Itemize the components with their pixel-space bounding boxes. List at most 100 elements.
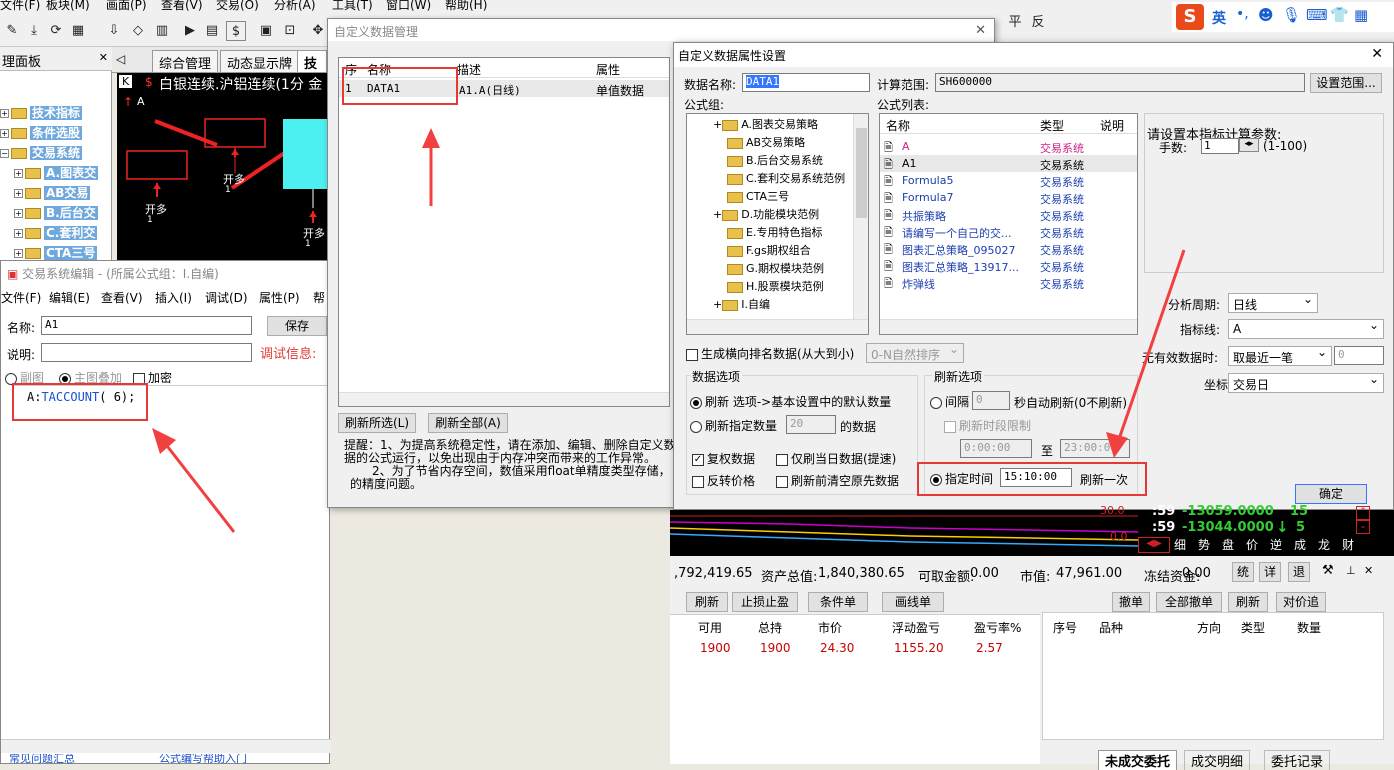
tree-item-group[interactable]: AB交易策略 xyxy=(727,134,805,150)
tree-item-ab[interactable]: + AB交易 xyxy=(14,184,91,204)
scroll-left-icon[interactable]: ◁ xyxy=(116,52,125,66)
h-scrollbar[interactable] xyxy=(339,392,669,406)
menu-view[interactable]: 查看(V) xyxy=(161,0,203,13)
data-list[interactable]: 序 名称 描述 1 DATA1 A1.A(日线) xyxy=(338,57,670,407)
col-instrument[interactable]: 品种 xyxy=(1099,619,1123,636)
tab-price[interactable]: 价 xyxy=(1246,536,1258,553)
doc-icon[interactable]: ▤ xyxy=(202,21,222,41)
param-input[interactable]: 1 xyxy=(1201,138,1239,154)
formula-row[interactable]: 🗎 Formula5 交易系统 xyxy=(880,172,1137,189)
chart-icon[interactable]: ⊡ xyxy=(280,21,300,41)
save-button[interactable]: 保存 xyxy=(267,316,327,336)
menu-screen[interactable]: 画面(P) xyxy=(106,0,147,13)
dollar-icon[interactable]: $ xyxy=(226,21,246,41)
formula-row[interactable]: 🗎 A1 交易系统 xyxy=(880,155,1137,172)
tab-volume[interactable]: 成 xyxy=(1294,536,1306,553)
table-icon[interactable]: ▣ xyxy=(256,21,276,41)
tab-trend[interactable]: 势 xyxy=(1198,536,1210,553)
menu-help[interactable]: 帮助(H) xyxy=(445,0,487,13)
play-icon[interactable]: ▶ xyxy=(180,21,200,41)
invalid-number[interactable]: 0 xyxy=(1334,346,1384,365)
fuquan-checkbox[interactable]: ✓ 复权数据 xyxy=(692,450,755,467)
chevron-down-icon[interactable]: ⌄ xyxy=(1356,520,1370,534)
rank-select[interactable]: 0-N自然排序 xyxy=(866,342,964,363)
download-icon[interactable]: ⤓ xyxy=(24,21,44,41)
col-pnl-pct[interactable]: 盈亏率% xyxy=(974,619,1021,636)
tree-item-group[interactable]: E.专用特色指标 xyxy=(727,224,822,240)
tab-dynamic[interactable]: 动态显示牌 xyxy=(220,50,300,72)
nav-arrows-icon[interactable]: ◀▶ xyxy=(1138,537,1170,553)
v-scrollbar[interactable] xyxy=(853,114,868,319)
tree-item-group[interactable]: H.股票模块范例 xyxy=(727,278,824,294)
tree-item-trading-system[interactable]: − 交易系统 xyxy=(0,144,83,164)
close-icon[interactable]: ✕ xyxy=(99,51,108,64)
close-icon[interactable]: ✕ xyxy=(975,23,986,38)
tab-pending[interactable]: 未成交委托 xyxy=(1098,750,1178,770)
chevron-up-icon[interactable]: ⌃ xyxy=(1356,506,1370,520)
punct-icon[interactable]: •, xyxy=(1236,6,1249,22)
spinner-icon[interactable]: ◂▸ xyxy=(1239,138,1259,152)
sync-button[interactable]: 统 xyxy=(1232,562,1254,582)
col-note[interactable]: 说明 xyxy=(1100,117,1124,134)
pin-icon[interactable]: ⊥ xyxy=(1346,564,1356,577)
menu-help[interactable]: 帮 xyxy=(313,289,325,306)
apps-icon[interactable]: ▦ xyxy=(1354,6,1368,24)
tab-history[interactable]: 委托记录 xyxy=(1264,750,1331,770)
data-name-input[interactable]: DATA1 xyxy=(742,73,870,92)
tools-icon[interactable]: ⚒ xyxy=(1322,563,1334,578)
expand-icon[interactable]: + xyxy=(713,208,722,221)
col-available[interactable]: 可用 xyxy=(698,619,722,636)
menu-sector[interactable]: 板块(M) xyxy=(46,0,90,13)
keyboard-icon[interactable]: ⌨ xyxy=(1306,6,1328,24)
chase-price-button[interactable]: 对价追 xyxy=(1276,592,1326,612)
close-icon[interactable]: ✕ xyxy=(1364,564,1373,577)
tree-item-group[interactable]: + D.功能模块范例 xyxy=(713,206,819,222)
tab-book[interactable]: 盘 xyxy=(1222,536,1234,553)
col-qty[interactable]: 数量 xyxy=(1297,619,1321,636)
tab-dragon[interactable]: 龙 xyxy=(1318,536,1330,553)
col-total[interactable]: 总持 xyxy=(758,619,782,636)
tree-item-c[interactable]: + C.套利交 xyxy=(14,224,98,244)
diamond-icon[interactable]: ◇ xyxy=(128,21,148,41)
refresh-button[interactable]: 刷新 xyxy=(686,592,728,612)
kline-chart[interactable]: K $ 白银连续.沪铝连续(1分 金 ↑ A 开多 1 开多 1 开多 1 xyxy=(117,73,327,260)
col-direction[interactable]: 方向 xyxy=(1197,619,1221,636)
menu-window[interactable]: 窗口(W) xyxy=(386,0,431,13)
refresh-button[interactable]: 刷新 xyxy=(1228,592,1268,612)
bar-chart-icon[interactable]: ▥ xyxy=(152,21,172,41)
fan-icon[interactable]: 反 xyxy=(1028,13,1048,33)
expand-icon[interactable]: + xyxy=(713,118,722,131)
desc-input[interactable] xyxy=(41,343,252,362)
clear-first-checkbox[interactable]: 刷新前清空原先数据 xyxy=(776,472,899,489)
pencil-icon[interactable]: ✎ xyxy=(2,21,22,41)
period-select[interactable]: 日线 xyxy=(1228,292,1318,313)
h-scrollbar[interactable] xyxy=(687,319,868,334)
axis-select[interactable]: 交易日 xyxy=(1228,372,1384,393)
menu-debug[interactable]: 调试(D) xyxy=(205,289,248,306)
only-today-checkbox[interactable]: 仅刷当日数据(提速) xyxy=(776,450,896,467)
indicator-select[interactable]: A xyxy=(1228,318,1384,339)
radio-refresh-count[interactable]: 刷新指定数量 xyxy=(690,417,777,434)
tree-item-indicators[interactable]: + 技术指标 xyxy=(0,104,83,124)
reverse-checkbox[interactable]: 反转价格 xyxy=(692,472,755,489)
expand-icon[interactable]: + xyxy=(713,298,722,311)
tree-item-group[interactable]: B.后台交易系统 xyxy=(727,152,823,168)
mic-icon[interactable]: 🎙 xyxy=(1282,6,1301,24)
cancel-order-button[interactable]: 撤单 xyxy=(1112,592,1150,612)
emoji-icon[interactable]: ☻ xyxy=(1258,6,1274,24)
scroll-thumb[interactable] xyxy=(856,128,867,218)
line-order-button[interactable]: 画线单 xyxy=(882,592,944,612)
formula-row[interactable]: 🗎 共振策略 交易系统 xyxy=(880,206,1137,223)
col-attr[interactable]: 属性 xyxy=(596,61,620,78)
tab-finance[interactable]: 财 xyxy=(1342,536,1354,553)
shirt-icon[interactable]: 👕 xyxy=(1330,6,1349,24)
tree-item-group[interactable]: C.套利交易系统范例 xyxy=(727,170,845,186)
tree-item-b[interactable]: + B.后台交 xyxy=(14,204,98,224)
menu-view[interactable]: 查看(V) xyxy=(101,289,143,306)
menu-analysis[interactable]: 分析(A) xyxy=(274,0,316,13)
invalid-select[interactable]: 取最近一笔 xyxy=(1228,345,1332,366)
ok-button[interactable]: 确定 xyxy=(1295,484,1367,504)
formula-row[interactable]: 🗎 A 交易系统 xyxy=(880,138,1137,155)
tab-technical[interactable]: 技术 xyxy=(297,50,327,91)
interval-input[interactable]: 0 xyxy=(972,391,1010,410)
